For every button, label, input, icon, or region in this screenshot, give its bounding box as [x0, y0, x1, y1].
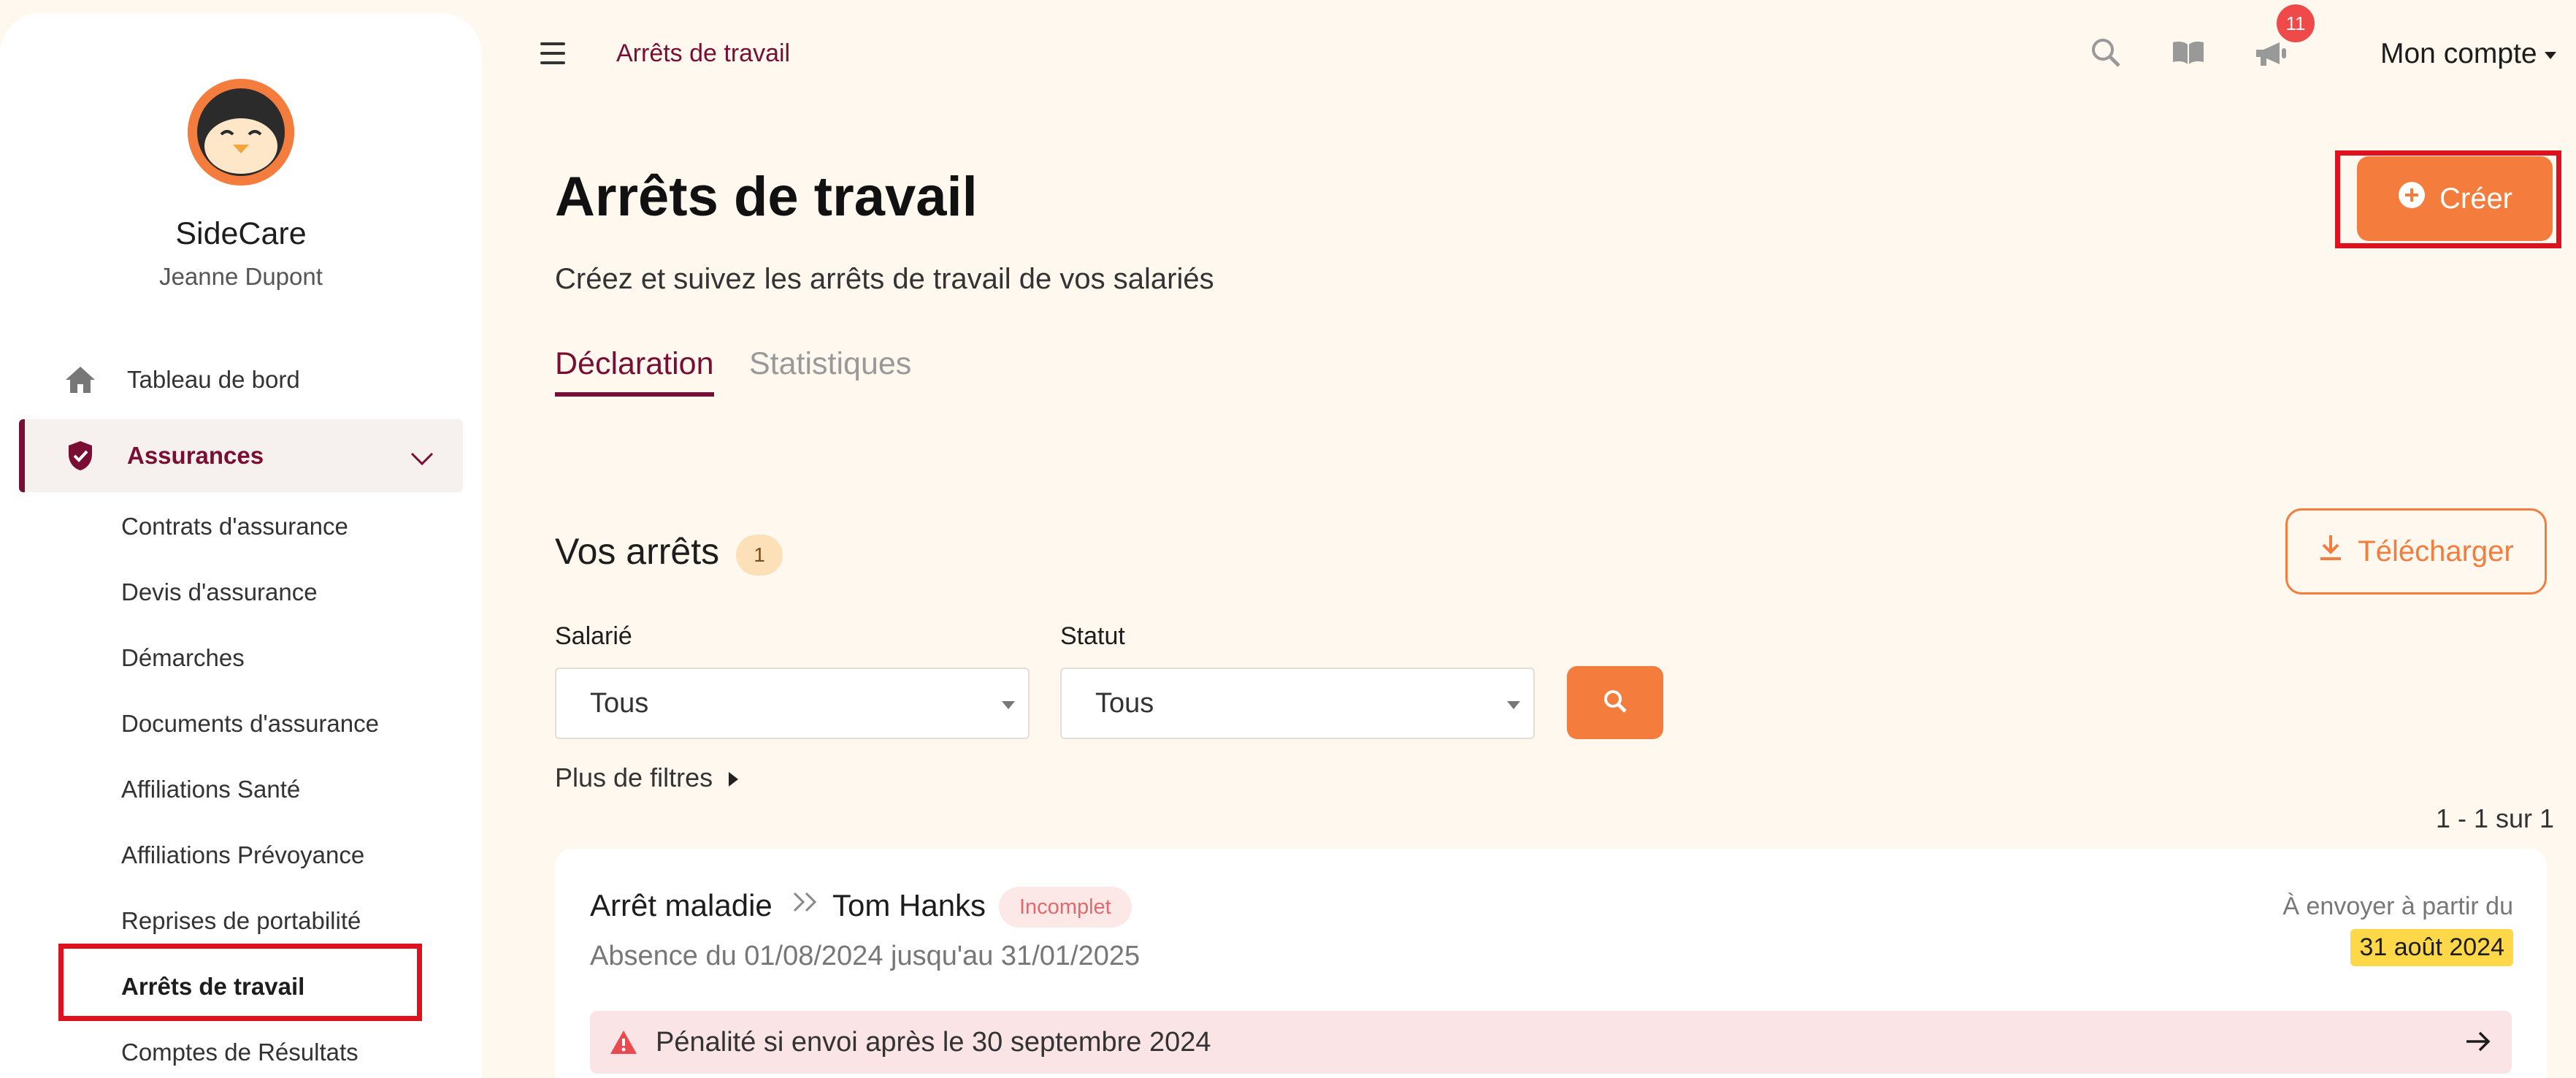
employee-select[interactable]: Tous — [555, 668, 1030, 739]
shield-check-icon — [60, 440, 101, 472]
status-select[interactable]: Tous — [1060, 668, 1535, 739]
page-subtitle: Créez et suivez les arrêts de travail de… — [555, 263, 1214, 295]
employee-name: Tom Hanks — [832, 888, 986, 922]
dropdown-arrow-icon — [1507, 701, 1520, 709]
download-button[interactable]: Télécharger — [2285, 508, 2547, 595]
dropdown-arrow-icon — [1002, 701, 1015, 709]
sidebar-subitem-affiliations-prevoyance[interactable]: Affiliations Prévoyance — [121, 841, 364, 869]
caret-right-icon — [729, 772, 739, 787]
search-icon — [1602, 688, 1628, 718]
sidebar-subitem-reprises[interactable]: Reprises de portabilité — [121, 907, 361, 935]
list-title: Vos arrêts — [555, 531, 720, 572]
sidebar-subitem-contrats[interactable]: Contrats d'assurance — [121, 513, 348, 540]
download-icon — [2318, 534, 2343, 569]
breadcrumb[interactable]: Arrêts de travail — [616, 39, 790, 68]
home-icon — [60, 365, 101, 394]
send-from-label: À envoyer à partir du — [2282, 892, 2513, 920]
sidebar-item-label: Tableau de bord — [127, 366, 300, 393]
tab-declaration[interactable]: Déclaration — [555, 346, 714, 397]
penguin-logo-icon — [188, 79, 294, 186]
brand-name: SideCare — [175, 216, 307, 251]
book-icon[interactable] — [2171, 39, 2205, 69]
megaphone-icon[interactable] — [2253, 39, 2288, 72]
pagination-info: 1 - 1 sur 1 — [2436, 803, 2555, 833]
sidebar: SideCare Jeanne Dupont Tableau de bord A… — [0, 13, 482, 1078]
more-filters-toggle[interactable]: Plus de filtres — [555, 762, 739, 793]
notifications-badge[interactable]: 11 — [2277, 4, 2315, 42]
highlight-box-sidebar — [58, 944, 422, 1021]
chevron-down-icon[interactable] — [410, 444, 434, 472]
highlight-box-create — [2335, 150, 2561, 248]
status-badge: Incomplet — [999, 887, 1132, 928]
sidebar-subitem-demarches[interactable]: Démarches — [121, 644, 245, 672]
user-name: Jeanne Dupont — [159, 263, 323, 290]
list-count-badge: 1 — [736, 535, 783, 576]
sidebar-subitem-affiliations-sante[interactable]: Affiliations Santé — [121, 776, 300, 803]
arrow-right-icon[interactable] — [2464, 1028, 2493, 1055]
leave-type: Arrêt maladie — [590, 888, 773, 922]
sidebar-subitem-documents[interactable]: Documents d'assurance — [121, 710, 379, 738]
sidebar-item-dashboard[interactable]: Tableau de bord — [19, 343, 463, 416]
download-button-label: Télécharger — [2358, 535, 2514, 567]
status-filter-label: Statut — [1060, 622, 1125, 650]
sidebar-subitem-comptes-resultats[interactable]: Comptes de Résultats — [121, 1039, 359, 1066]
page-title: Arrêts de travail — [555, 166, 978, 228]
absence-period: Absence du 01/08/2024 jusqu'au 31/01/202… — [590, 941, 1141, 971]
search-icon[interactable] — [2090, 37, 2122, 72]
caret-down-icon — [2544, 51, 2556, 59]
penalty-alert[interactable]: Pénalité si envoi après le 30 septembre … — [590, 1011, 2512, 1074]
double-chevron-right-icon — [790, 885, 822, 925]
sidebar-subitem-devis[interactable]: Devis d'assurance — [121, 578, 318, 606]
employee-filter-label: Salarié — [555, 622, 632, 650]
penalty-text: Pénalité si envoi après le 30 septembre … — [656, 1026, 1211, 1058]
account-menu[interactable]: Mon compte — [2380, 38, 2556, 70]
warning-icon — [609, 1029, 638, 1055]
menu-icon[interactable] — [540, 42, 565, 71]
sidebar-item-label: Assurances — [127, 442, 264, 469]
sick-leave-card[interactable]: Arrêt maladie Tom Hanks Incomplet Absenc… — [555, 849, 2547, 1078]
search-button[interactable] — [1567, 666, 1663, 739]
send-from-date: 31 août 2024 — [2350, 929, 2513, 966]
tab-statistiques[interactable]: Statistiques — [749, 346, 911, 382]
sidebar-item-assurances[interactable]: Assurances — [19, 419, 463, 492]
